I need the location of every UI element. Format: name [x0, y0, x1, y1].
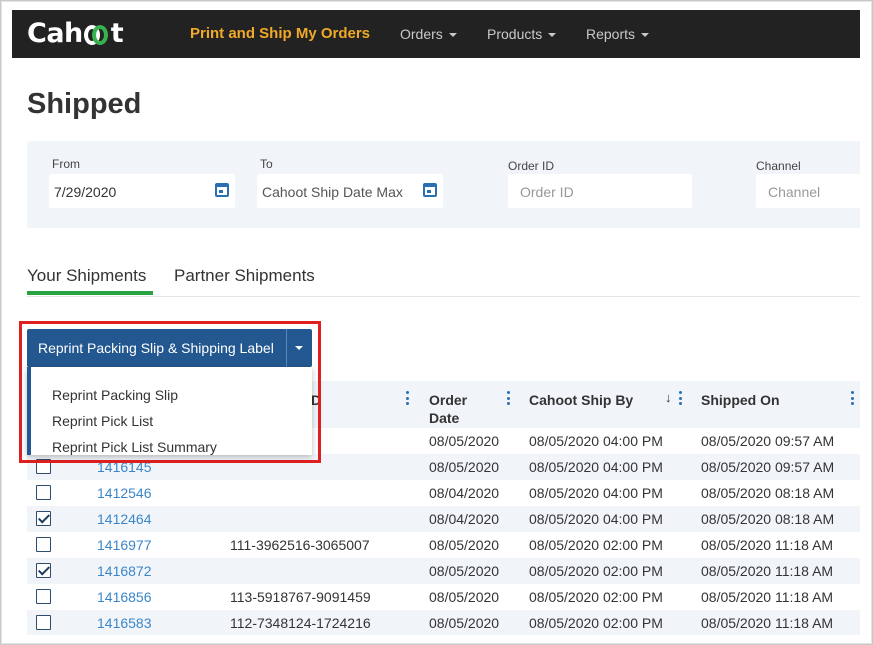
ship-by-cell: 08/05/2020 02:00 PM — [529, 563, 663, 579]
order-id-input[interactable]: Order ID — [508, 174, 692, 208]
shipped-on-cell: 08/05/2020 11:18 AM — [701, 563, 834, 579]
column-menu-icon[interactable] — [406, 391, 410, 407]
reprint-dropdown-menu: Reprint Packing Slip Reprint Pick List R… — [27, 367, 312, 455]
order-id-link[interactable]: 1412546 — [97, 485, 152, 501]
shipped-on-cell: 08/05/2020 08:18 AM — [701, 511, 835, 527]
order-date-cell: 08/05/2020 — [429, 537, 500, 553]
shipped-on-cell: 08/05/2020 09:57 AM — [701, 433, 835, 449]
logo-text-left: Cah — [27, 18, 83, 49]
logo-text-right: t — [110, 18, 124, 49]
order-date-cell: 08/05/2020 — [429, 589, 500, 605]
order-date-cell: 08/05/2020 — [429, 563, 500, 579]
top-navbar: Cah t Print and Ship My Orders Orders Pr… — [12, 10, 860, 58]
table-row[interactable]: 1412464 08/04/2020 08/05/2020 04:00 PM 08/0… — [27, 506, 860, 532]
from-date-value: 7/29/2020 — [54, 184, 117, 200]
ship-by-cell: 08/05/2020 04:00 PM — [529, 511, 663, 527]
column-menu-icon[interactable] — [679, 391, 683, 407]
channel-order-id-cell: 112-7348124-1724216 — [230, 615, 371, 631]
channel-label: Channel — [756, 159, 801, 173]
channel-select[interactable]: Channel — [756, 174, 860, 208]
order-date-cell: 08/05/2020 — [429, 615, 500, 631]
to-date-value: Cahoot Ship Date Max — [262, 184, 403, 200]
order-date-cell: 08/04/2020 — [429, 511, 500, 527]
reprint-button[interactable]: Reprint Packing Slip & Shipping Label — [27, 329, 286, 367]
row-checkbox[interactable] — [36, 485, 51, 500]
table-row[interactable]: 1416583 112-7348124-1724216 08/05/2020 08/0… — [27, 610, 860, 635]
menu-item-reprint-pick-list[interactable]: Reprint Pick List — [52, 413, 153, 429]
reprint-dropdown-toggle[interactable] — [286, 329, 312, 367]
app-window: Cah t Print and Ship My Orders Orders Pr… — [12, 10, 860, 635]
sort-descending-icon[interactable]: ↓ — [665, 390, 672, 405]
order-id-link[interactable]: 1412464 — [97, 511, 152, 527]
order-id-link[interactable]: 1416583 — [97, 615, 152, 631]
table-row[interactable]: 1416872 08/05/2020 08/05/2020 02:00 PM 08/0… — [27, 558, 860, 584]
shipped-on-cell: 08/05/2020 08:18 AM — [701, 485, 835, 501]
order-date-cell: 08/04/2020 — [429, 485, 500, 501]
nav-orders[interactable]: Orders — [400, 26, 457, 42]
to-date-field[interactable]: Cahoot Ship Date Max — [257, 174, 443, 208]
calendar-icon[interactable] — [215, 183, 229, 197]
order-date-cell: 08/05/2020 — [429, 459, 500, 475]
ship-by-cell: 08/05/2020 04:00 PM — [529, 433, 663, 449]
ship-by-cell: 08/05/2020 02:00 PM — [529, 615, 663, 631]
tab-your-shipments[interactable]: Your Shipments — [27, 266, 146, 286]
column-menu-icon[interactable] — [851, 391, 855, 407]
channel-order-id-cell: 111-3962516-3065007 — [230, 537, 370, 553]
nav-orders-label: Orders — [400, 26, 443, 42]
ship-by-cell: 08/05/2020 04:00 PM — [529, 459, 663, 475]
ship-by-cell: 08/05/2020 02:00 PM — [529, 537, 663, 553]
header-shipped-on[interactable]: Shipped On — [701, 391, 780, 409]
from-label: From — [52, 157, 80, 171]
from-date-field[interactable]: 7/29/2020 — [49, 174, 235, 208]
row-checkbox[interactable] — [36, 563, 51, 578]
header-cahoot-ship-by[interactable]: Cahoot Ship By — [529, 391, 633, 409]
table-row[interactable]: 1416977 111-3962516-3065007 08/05/2020 08/0… — [27, 532, 860, 558]
nav-products-label: Products — [487, 26, 543, 42]
row-checkbox[interactable] — [36, 537, 51, 552]
nav-reports-label: Reports — [586, 26, 636, 42]
filter-panel: From 7/29/2020 To Cahoot Ship Date Max O… — [27, 141, 860, 228]
nav-products[interactable]: Products — [487, 26, 557, 42]
ship-by-cell: 08/05/2020 04:00 PM — [529, 485, 663, 501]
table-row[interactable]: 1416856 113-5918767-9091459 08/05/2020 08/0… — [27, 584, 860, 610]
shipped-on-cell: 08/05/2020 11:18 AM — [701, 537, 834, 553]
shipped-on-cell: 08/05/2020 11:18 AM — [701, 615, 834, 631]
table-row[interactable]: 1412546 08/04/2020 08/05/2020 04:00 PM 08/0… — [27, 480, 860, 506]
chain-link-icon — [83, 22, 110, 46]
ship-by-cell: 08/05/2020 02:00 PM — [529, 589, 663, 605]
column-menu-icon[interactable] — [507, 391, 511, 407]
channel-order-id-cell: 113-5918767-9091459 — [230, 589, 371, 605]
cahoot-logo[interactable]: Cah t — [27, 18, 124, 49]
nav-reports[interactable]: Reports — [586, 26, 650, 42]
calendar-icon[interactable] — [423, 183, 437, 197]
header-order-date[interactable]: Order Date — [429, 391, 489, 427]
menu-item-reprint-packing-slip[interactable]: Reprint Packing Slip — [52, 387, 178, 403]
caret-down-icon — [548, 33, 557, 38]
order-id-link[interactable]: 1416872 — [97, 563, 152, 579]
row-checkbox[interactable] — [36, 589, 51, 604]
shipped-on-cell: 08/05/2020 09:57 AM — [701, 459, 835, 475]
tabs-divider — [27, 296, 860, 297]
row-checkbox[interactable] — [36, 615, 51, 630]
tab-partner-shipments[interactable]: Partner Shipments — [174, 266, 315, 286]
active-tab-indicator — [27, 291, 153, 295]
order-id-link[interactable]: 1416977 — [97, 537, 152, 553]
order-date-cell: 08/05/2020 — [429, 433, 500, 449]
nav-print-and-ship[interactable]: Print and Ship My Orders — [190, 25, 370, 42]
page-title: Shipped — [27, 88, 142, 120]
order-id-label: Order ID — [508, 159, 555, 173]
row-checkbox[interactable] — [36, 511, 51, 526]
order-id-link[interactable]: 1416856 — [97, 589, 152, 605]
caret-down-icon — [641, 33, 650, 38]
shipped-on-cell: 08/05/2020 11:18 AM — [701, 589, 834, 605]
menu-item-reprint-pick-list-summary[interactable]: Reprint Pick List Summary — [52, 439, 217, 455]
to-label: To — [260, 157, 273, 171]
caret-down-icon — [448, 33, 457, 38]
